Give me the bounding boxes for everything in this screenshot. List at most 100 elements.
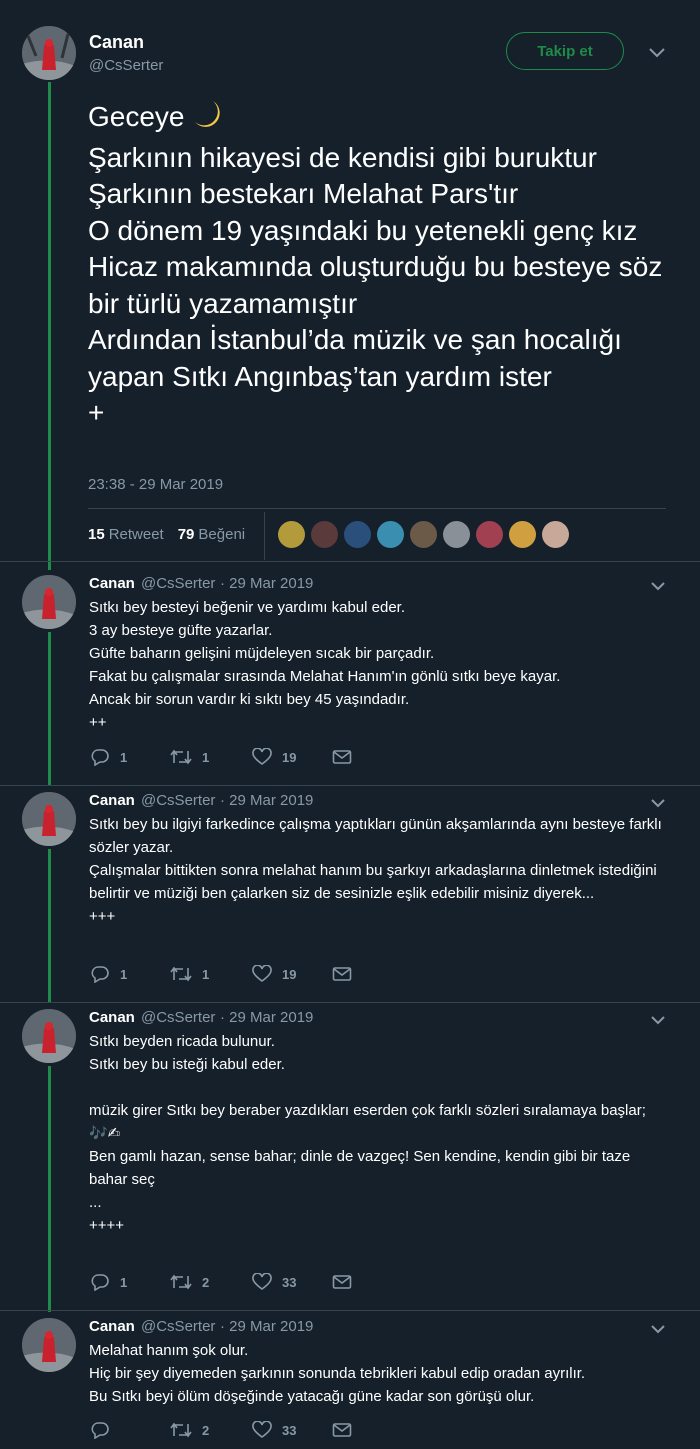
reply-count: 1 (120, 966, 128, 982)
liker-avatar[interactable] (344, 521, 371, 548)
divider (0, 785, 700, 786)
heart-icon (252, 1273, 272, 1290)
retweet-count: 1 (202, 749, 210, 765)
heart-icon (252, 1421, 272, 1438)
reply-button[interactable]: 1 (90, 1273, 134, 1291)
retweet-icon (170, 1274, 192, 1290)
reply-text: Melahat hanım şok olur. Hiç bir şey diye… (89, 1342, 586, 1405)
reply-date[interactable]: · 29 Mar 2019 (220, 792, 313, 809)
direct-message-button[interactable] (332, 749, 362, 765)
thread-line (48, 1066, 51, 1312)
moon-icon (191, 98, 223, 140)
like-stat[interactable]: 79 Beğeni (178, 526, 245, 543)
liker-avatar[interactable] (311, 521, 338, 548)
avatar[interactable] (22, 792, 76, 846)
like-button[interactable]: 33 (252, 1421, 296, 1439)
author-handle[interactable]: @CsSerter (89, 57, 163, 74)
retweet-button[interactable]: 1 (170, 965, 216, 983)
tweet-text: Geceye Şarkının hikayesi de kendisi gibi… (88, 98, 688, 432)
thread-line (48, 849, 51, 1003)
reply-icon (91, 1274, 109, 1291)
avatar[interactable] (22, 26, 76, 80)
liker-avatar[interactable] (443, 521, 470, 548)
reply-button[interactable]: 1 (90, 748, 134, 766)
tweet-timestamp[interactable]: 23:38 - 29 Mar 2019 (88, 476, 223, 493)
avatar[interactable] (22, 1009, 76, 1063)
chevron-down-icon[interactable] (649, 1323, 667, 1335)
chevron-down-icon[interactable] (649, 797, 667, 809)
author-name[interactable]: Canan (89, 575, 135, 592)
reply-icon (91, 1422, 109, 1439)
like-count: 19 (282, 966, 297, 982)
retweet-button[interactable]: 2 (170, 1273, 216, 1291)
retweet-count: 1 (202, 966, 210, 982)
mail-icon (333, 1423, 352, 1437)
chevron-down-icon[interactable] (649, 1014, 667, 1026)
retweet-count: 15 (88, 526, 105, 543)
tweet-actions: 1 2 33 (90, 1273, 398, 1291)
avatar[interactable] (22, 1318, 76, 1372)
retweet-icon (170, 966, 192, 982)
author-name[interactable]: Canan (89, 792, 135, 809)
like-count: 79 (177, 526, 195, 543)
divider (88, 508, 666, 509)
liker-avatar[interactable] (410, 521, 437, 548)
reply-date[interactable]: · 29 Mar 2019 (220, 1318, 313, 1335)
chevron-down-icon[interactable] (649, 580, 667, 592)
direct-message-button[interactable] (332, 1274, 362, 1290)
like-count: 19 (282, 749, 297, 765)
direct-message-button[interactable] (332, 966, 362, 982)
like-button[interactable]: 19 (252, 965, 296, 983)
author-name[interactable]: Canan (89, 32, 144, 53)
direct-message-button[interactable] (332, 1422, 362, 1438)
liker-avatar[interactable] (278, 521, 305, 548)
author-name[interactable]: Canan (89, 1009, 135, 1026)
reply-date[interactable]: · 29 Mar 2019 (220, 575, 313, 592)
liker-avatar[interactable] (509, 521, 536, 548)
like-label: Beğeni (198, 526, 246, 543)
liker-avatar[interactable] (377, 521, 404, 548)
heart-icon (252, 748, 272, 765)
reply-button[interactable] (90, 1421, 134, 1439)
mail-icon (333, 1275, 352, 1289)
author-handle[interactable]: @CsSerter (141, 1009, 215, 1026)
author-name[interactable]: Canan (89, 1318, 135, 1335)
tweet-actions: 1 1 19 (90, 748, 398, 766)
reply-button[interactable]: 1 (90, 965, 134, 983)
mail-icon (333, 967, 352, 981)
mail-icon (333, 750, 352, 764)
retweet-count: 2 (202, 1422, 210, 1438)
reply-text: Sıtkı bey besteyi beğenir ve yardımı kab… (89, 599, 561, 731)
reply-date[interactable]: · 29 Mar 2019 (220, 1009, 313, 1026)
tweet-actions: 2 33 (90, 1421, 398, 1439)
retweet-label: Retweet (108, 526, 164, 543)
stats-separator (264, 512, 265, 560)
retweet-icon (170, 749, 192, 765)
divider (0, 1310, 700, 1311)
heart-icon (252, 965, 272, 982)
retweet-button[interactable]: 1 (170, 748, 216, 766)
liker-avatar[interactable] (476, 521, 503, 548)
author-handle[interactable]: @CsSerter (141, 1318, 215, 1335)
follow-button[interactable]: Takip et (506, 32, 624, 70)
reply-text: Sıtkı beyden ricada bulunur. Sıtkı bey b… (89, 1033, 646, 1234)
tweet-text-body: Şarkının hikayesi de kendisi gibi burukt… (88, 141, 663, 429)
like-button[interactable]: 19 (252, 748, 296, 766)
retweet-stat[interactable]: 15 Retweet (88, 526, 164, 543)
avatar[interactable] (22, 575, 76, 629)
liker-avatars (278, 521, 569, 548)
reply-icon (91, 749, 109, 766)
like-button[interactable]: 33 (252, 1273, 296, 1291)
reply-icon (91, 966, 109, 983)
reply-count: 1 (120, 1274, 128, 1290)
retweet-button[interactable]: 2 (170, 1421, 216, 1439)
thread-line (48, 82, 51, 570)
author-handle[interactable]: @CsSerter (141, 792, 215, 809)
divider (0, 1002, 700, 1003)
like-count: 33 (282, 1422, 297, 1438)
divider (0, 561, 700, 562)
liker-avatar[interactable] (542, 521, 569, 548)
tweet-text-first-line: Geceye (88, 101, 185, 132)
author-handle[interactable]: @CsSerter (141, 575, 215, 592)
chevron-down-icon[interactable] (648, 47, 666, 59)
